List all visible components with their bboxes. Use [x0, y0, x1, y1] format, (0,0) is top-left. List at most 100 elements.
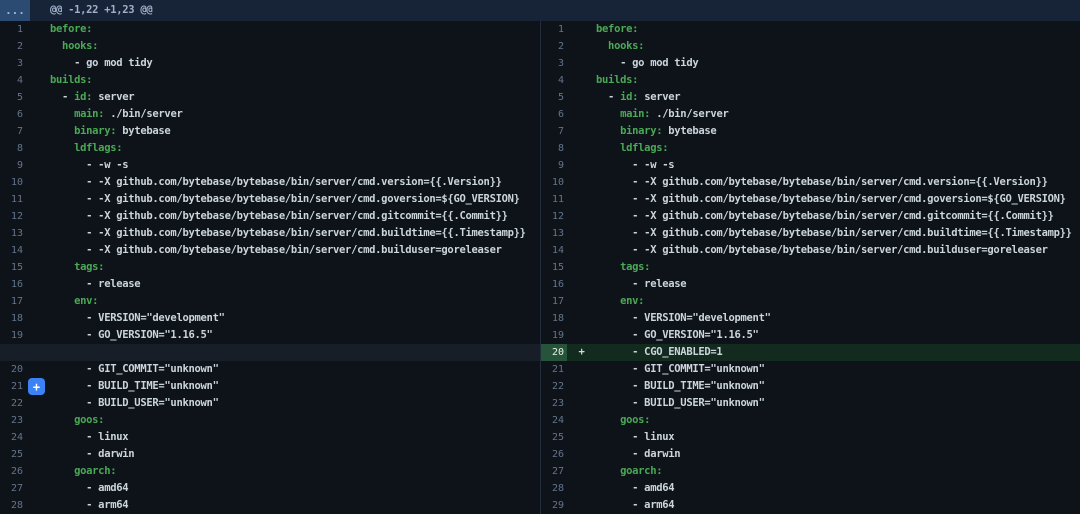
line-number[interactable]: 6: [0, 106, 26, 123]
code-line: ldflags:: [596, 140, 1080, 157]
expand-hunk-button[interactable]: ...: [0, 0, 30, 21]
line-number[interactable]: 13: [0, 225, 26, 242]
line-number[interactable]: 21: [541, 361, 567, 378]
line-number[interactable]: 18: [0, 310, 26, 327]
line-number[interactable]: 8: [541, 140, 567, 157]
diff-row: 5 - id: server: [0, 89, 540, 106]
line-number[interactable]: 16: [0, 276, 26, 293]
line-number[interactable]: 15: [541, 259, 567, 276]
line-number[interactable]: 24: [0, 429, 26, 446]
line-number[interactable]: 14: [0, 242, 26, 259]
line-number[interactable]: 9: [0, 157, 26, 174]
line-number[interactable]: 5: [541, 89, 567, 106]
line-number[interactable]: 29: [541, 497, 567, 514]
yaml-text-token: [50, 414, 74, 426]
line-number[interactable]: 26: [541, 446, 567, 463]
diff-row: 21 - GIT_COMMIT="unknown": [541, 361, 1080, 378]
diff-row: 21+ - BUILD_TIME="unknown": [0, 378, 540, 395]
line-number[interactable]: 23: [0, 412, 26, 429]
line-number[interactable]: 20: [541, 344, 567, 361]
line-number[interactable]: 22: [0, 395, 26, 412]
line-number[interactable]: 7: [541, 123, 567, 140]
line-number[interactable]: 4: [0, 72, 26, 89]
line-number[interactable]: 11: [0, 191, 26, 208]
line-number[interactable]: 5: [0, 89, 26, 106]
line-number[interactable]: 1: [0, 21, 26, 38]
diff-row: 5 - id: server: [541, 89, 1080, 106]
line-number[interactable]: 10: [0, 174, 26, 191]
diff-row: 17 env:: [541, 293, 1080, 310]
diff-row: 2 hooks:: [541, 38, 1080, 55]
yaml-text-token: - VERSION="development": [596, 312, 771, 324]
line-number[interactable]: 1: [541, 21, 567, 38]
line-number[interactable]: 26: [0, 463, 26, 480]
diff-row: 11 - -X github.com/bytebase/bytebase/bin…: [0, 191, 540, 208]
yaml-text-token: [596, 40, 608, 52]
line-number[interactable]: 11: [541, 191, 567, 208]
line-number[interactable]: 23: [541, 395, 567, 412]
diff-row: 14 - -X github.com/bytebase/bytebase/bin…: [0, 242, 540, 259]
line-number[interactable]: 20: [0, 361, 26, 378]
diff-row: 20 - GIT_COMMIT="unknown": [0, 361, 540, 378]
line-number[interactable]: 4: [541, 72, 567, 89]
line-number[interactable]: 28: [0, 497, 26, 514]
line-number[interactable]: 8: [0, 140, 26, 157]
code-line: main: ./bin/server: [596, 106, 1080, 123]
diff-row: 14 - -X github.com/bytebase/bytebase/bin…: [541, 242, 1080, 259]
code-line: - arm64: [596, 497, 1080, 514]
diff-row: 24 goos:: [541, 412, 1080, 429]
yaml-key-token: goarch:: [74, 465, 116, 477]
diff-row: 23 goos:: [0, 412, 540, 429]
line-number[interactable]: 21: [0, 378, 26, 395]
line-number[interactable]: 2: [541, 38, 567, 55]
line-number[interactable]: 12: [0, 208, 26, 225]
yaml-text-token: - go mod tidy: [50, 57, 152, 69]
line-number[interactable]: 3: [0, 55, 26, 72]
diff-row: 6 main: ./bin/server: [541, 106, 1080, 123]
yaml-text-token: - -X github.com/bytebase/bytebase/bin/se…: [50, 193, 520, 205]
line-number[interactable]: 18: [541, 310, 567, 327]
line-number[interactable]: 24: [541, 412, 567, 429]
yaml-text-token: ./bin/server: [650, 108, 728, 120]
diff-sign-column: [567, 157, 596, 174]
yaml-text-token: server: [92, 91, 134, 103]
line-number[interactable]: 27: [0, 480, 26, 497]
diff-sign-column: [26, 327, 50, 344]
line-number[interactable]: 13: [541, 225, 567, 242]
diff-row: 6 main: ./bin/server: [0, 106, 540, 123]
code-line: - go mod tidy: [596, 55, 1080, 72]
yaml-text-token: - go mod tidy: [596, 57, 698, 69]
line-number[interactable]: 19: [541, 327, 567, 344]
line-number[interactable]: 2: [0, 38, 26, 55]
yaml-text-token: - -X github.com/bytebase/bytebase/bin/se…: [50, 244, 502, 256]
line-number[interactable]: 28: [541, 480, 567, 497]
yaml-text-token: - -X github.com/bytebase/bytebase/bin/se…: [596, 193, 1066, 205]
line-number[interactable]: 27: [541, 463, 567, 480]
line-number[interactable]: 19: [0, 327, 26, 344]
line-number[interactable]: 17: [541, 293, 567, 310]
code-line: - GO_VERSION="1.16.5": [596, 327, 1080, 344]
diff-sign-column: [567, 327, 596, 344]
line-number[interactable]: 25: [0, 446, 26, 463]
yaml-key-token: binary:: [74, 125, 116, 137]
line-number[interactable]: 15: [0, 259, 26, 276]
line-number[interactable]: 14: [541, 242, 567, 259]
line-number[interactable]: 6: [541, 106, 567, 123]
line-number[interactable]: 22: [541, 378, 567, 395]
line-number[interactable]: 12: [541, 208, 567, 225]
diff-sign-column: [26, 21, 50, 38]
diff-row: 3 - go mod tidy: [0, 55, 540, 72]
line-number[interactable]: 3: [541, 55, 567, 72]
line-number[interactable]: 16: [541, 276, 567, 293]
add-comment-button[interactable]: +: [28, 378, 45, 395]
yaml-text-token: - GIT_COMMIT="unknown": [596, 363, 765, 375]
line-number[interactable]: 10: [541, 174, 567, 191]
line-number[interactable]: 7: [0, 123, 26, 140]
added-plus-sign: +: [578, 346, 584, 358]
line-number[interactable]: 9: [541, 157, 567, 174]
diff-row: 1before:: [541, 21, 1080, 38]
line-number[interactable]: 25: [541, 429, 567, 446]
line-number[interactable]: 17: [0, 293, 26, 310]
code-line: before:: [50, 21, 540, 38]
code-line: - linux: [50, 429, 540, 446]
